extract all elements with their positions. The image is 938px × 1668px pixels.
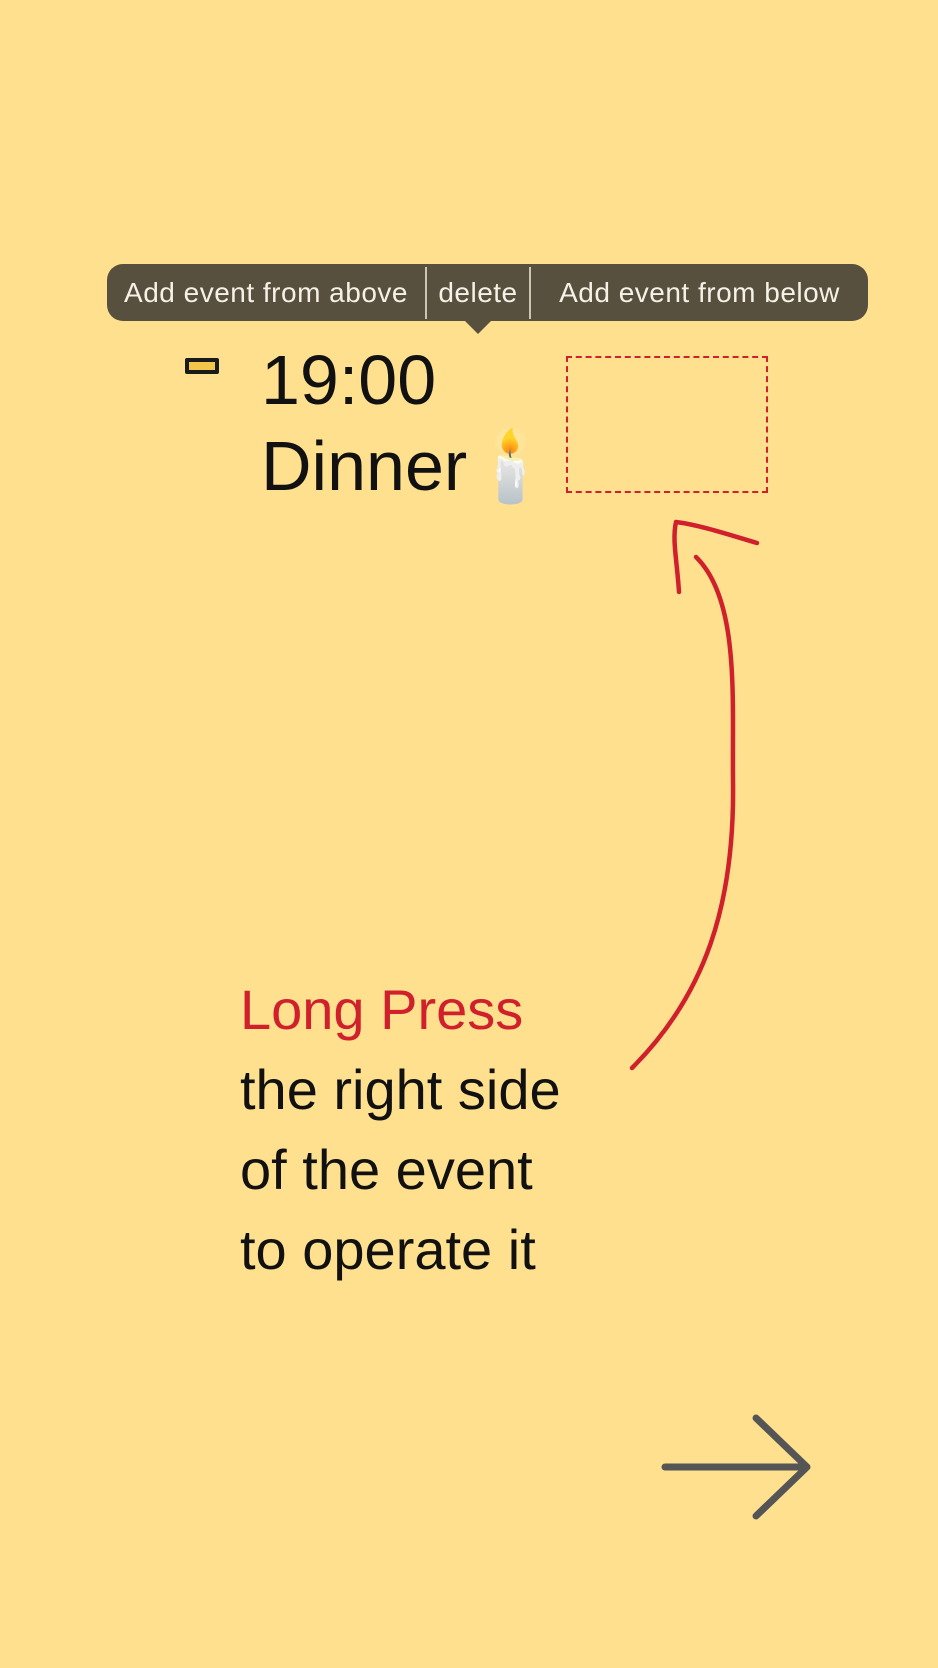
event-title[interactable]: Dinner🕯️ xyxy=(261,426,554,506)
instruction-line: of the event xyxy=(240,1138,533,1201)
next-button[interactable] xyxy=(655,1408,815,1528)
event-time[interactable]: 19:00 xyxy=(261,340,436,420)
instruction-line: the right side xyxy=(240,1058,561,1121)
add-event-below-button[interactable]: Add event from below xyxy=(531,264,868,321)
menu-pointer xyxy=(464,320,492,334)
arrow-right-icon xyxy=(661,1414,811,1520)
add-event-above-button[interactable]: Add event from above xyxy=(107,264,425,321)
delete-button[interactable]: delete xyxy=(427,264,529,321)
long-press-target-area[interactable] xyxy=(566,356,768,493)
long-press-label: Long Press xyxy=(240,978,524,1041)
menu-divider xyxy=(425,266,427,319)
instruction-line: to operate it xyxy=(240,1218,536,1281)
event-marker-icon xyxy=(185,358,219,374)
menu-divider xyxy=(529,266,531,319)
event-context-menu: Add event from above delete Add event fr… xyxy=(107,264,868,321)
instruction-text: Long Press the right side of the event t… xyxy=(240,970,561,1290)
